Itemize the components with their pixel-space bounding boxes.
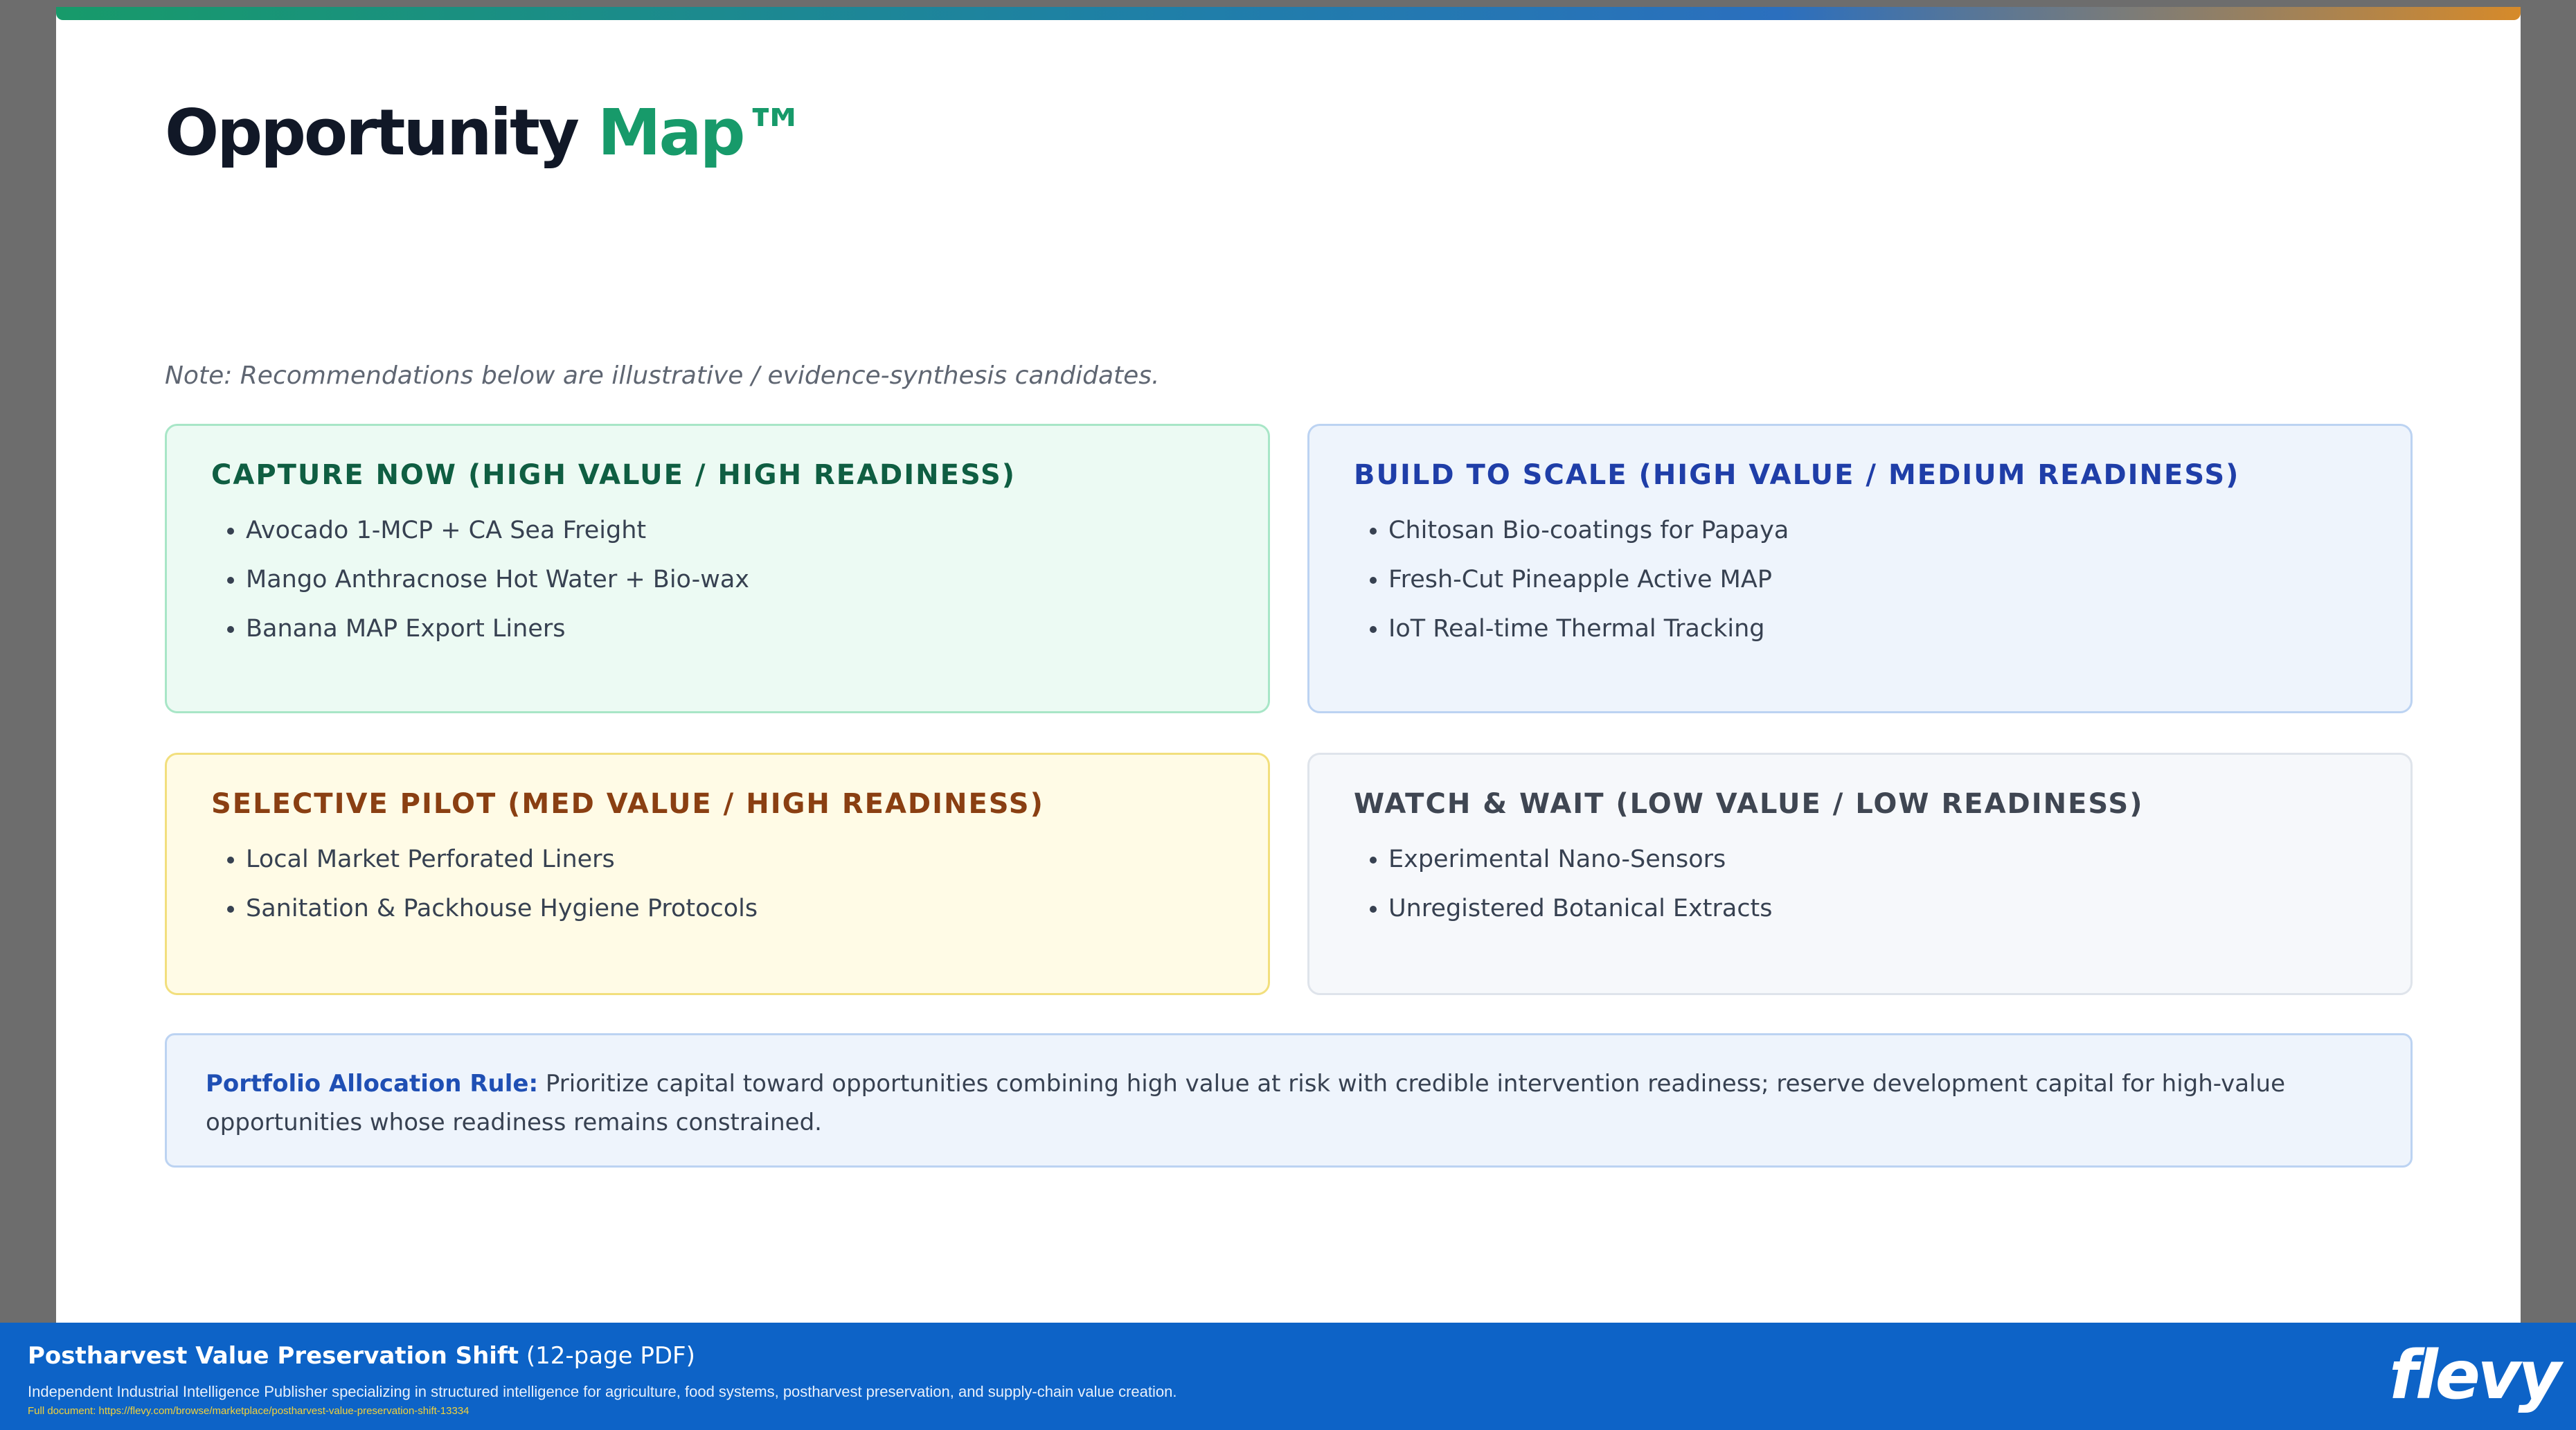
list-item: Sanitation & Packhouse Hygiene Protocols xyxy=(246,884,1224,933)
footer-doc-name: Postharvest Value Preservation Shift xyxy=(28,1342,519,1370)
watch-and-wait-heading: WATCH & WAIT (LOW VALUE / LOW READINESS) xyxy=(1354,788,2144,820)
document-footer: Postharvest Value Preservation Shift (12… xyxy=(0,1323,2576,1430)
footer-document-link[interactable]: Full document: https://flevy.com/browse/… xyxy=(28,1405,469,1417)
watch-and-wait-card: WATCH & WAIT (LOW VALUE / LOW READINESS)… xyxy=(1307,753,2413,995)
list-item: Banana MAP Export Liners xyxy=(246,605,1224,654)
footer-publisher-description: Independent Industrial Intelligence Publ… xyxy=(28,1383,1177,1400)
build-to-scale-card: BUILD TO SCALE (HIGH VALUE / MEDIUM READ… xyxy=(1307,424,2413,713)
list-item: Experimental Nano-Sensors xyxy=(1388,835,2366,884)
watch-and-wait-list: Experimental Nano-Sensors Unregistered B… xyxy=(1354,835,2366,933)
slide: Opportunity Map™ Note: Recommendations b… xyxy=(56,7,2521,1323)
capture-now-list: Avocado 1-MCP + CA Sea Freight Mango Ant… xyxy=(211,506,1224,654)
build-to-scale-heading: BUILD TO SCALE (HIGH VALUE / MEDIUM READ… xyxy=(1354,459,2240,491)
build-to-scale-list: Chitosan Bio-coatings for Papaya Fresh-C… xyxy=(1354,506,2366,654)
list-item: Local Market Perforated Liners xyxy=(246,835,1224,884)
flevy-logo[interactable]: flevy xyxy=(2389,1337,2561,1414)
footer-doc-meta: (12-page PDF) xyxy=(526,1342,695,1370)
selective-pilot-card: SELECTIVE PILOT (MED VALUE / HIGH READIN… xyxy=(165,753,1270,995)
rule-label: Portfolio Allocation Rule: xyxy=(206,1070,539,1098)
list-item: IoT Real-time Thermal Tracking xyxy=(1388,605,2366,654)
list-item: Avocado 1-MCP + CA Sea Freight xyxy=(246,506,1224,555)
page-title: Opportunity Map™ xyxy=(165,96,807,170)
list-item: Mango Anthracnose Hot Water + Bio-wax xyxy=(246,555,1224,605)
recommendation-note: Note: Recommendations below are illustra… xyxy=(165,361,1160,390)
top-gradient-bar xyxy=(56,7,2521,20)
title-main: Opportunity xyxy=(165,96,580,170)
list-item: Fresh-Cut Pineapple Active MAP xyxy=(1388,555,2366,605)
list-item: Chitosan Bio-coatings for Papaya xyxy=(1388,506,2366,555)
list-item: Unregistered Botanical Extracts xyxy=(1388,884,2366,933)
selective-pilot-list: Local Market Perforated Liners Sanitatio… xyxy=(211,835,1224,933)
capture-now-heading: CAPTURE NOW (HIGH VALUE / HIGH READINESS… xyxy=(211,459,1017,491)
title-accent: Map™ xyxy=(597,96,807,170)
portfolio-allocation-rule: Portfolio Allocation Rule: Prioritize ca… xyxy=(165,1033,2413,1168)
selective-pilot-heading: SELECTIVE PILOT (MED VALUE / HIGH READIN… xyxy=(211,788,1044,820)
capture-now-card: CAPTURE NOW (HIGH VALUE / HIGH READINESS… xyxy=(165,424,1270,713)
footer-document-title: Postharvest Value Preservation Shift (12… xyxy=(28,1342,695,1370)
